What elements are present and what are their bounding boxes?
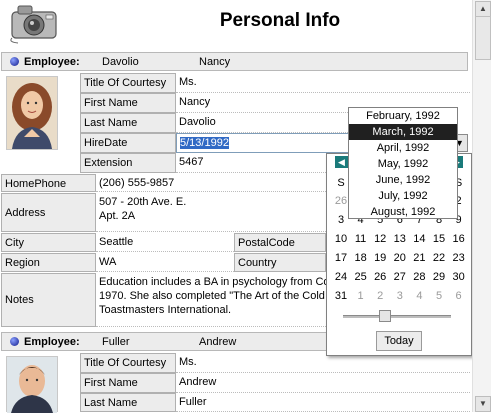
title-of-courtesy-value[interactable]: Ms. [176, 73, 470, 93]
city-label: City [1, 233, 96, 252]
month-option[interactable]: June, 1992 [349, 172, 457, 188]
calendar-slider-thumb[interactable] [379, 310, 391, 322]
calendar-day[interactable]: 21 [409, 249, 429, 267]
first-name-label: First Name [80, 373, 176, 393]
title-of-courtesy-label: Title Of Courtesy [80, 353, 176, 373]
today-button[interactable]: Today [376, 331, 422, 351]
last-name-label: Last Name [80, 393, 176, 412]
calendar-day[interactable]: 20 [390, 249, 410, 267]
calendar-day[interactable]: 30 [449, 268, 469, 286]
calendar-day[interactable]: 26 [370, 268, 390, 286]
calendar-day[interactable]: 16 [449, 230, 469, 248]
calendar-day[interactable]: 19 [370, 249, 390, 267]
employee-last: Andrew [199, 336, 237, 348]
employee-first: Fuller [102, 336, 130, 348]
title-of-courtesy-label: Title Of Courtesy [80, 73, 176, 93]
calendar-day[interactable]: 11 [351, 230, 371, 248]
country-label: Country [234, 253, 326, 272]
home-phone-label: HomePhone [1, 174, 96, 192]
month-option[interactable]: April, 1992 [349, 140, 457, 156]
postal-code-label: PostalCode [234, 233, 326, 252]
notes-line3: Toastmasters International. [99, 304, 232, 316]
calendar-day[interactable]: 6 [449, 287, 469, 305]
region-value[interactable]: WA [96, 253, 234, 272]
month-option[interactable]: August, 1992 [349, 204, 457, 220]
calendar-day[interactable]: 2 [370, 287, 390, 305]
address-label: Address [1, 193, 96, 232]
calendar-day[interactable]: 12 [370, 230, 390, 248]
employee-last: Nancy [199, 56, 231, 68]
extension-label: Extension [80, 153, 176, 173]
first-name-value[interactable]: Andrew [176, 373, 470, 393]
month-option[interactable]: March, 1992 [349, 124, 457, 140]
region-label: Region [1, 253, 96, 272]
month-option[interactable]: May, 1992 [349, 156, 457, 172]
calendar-day[interactable]: 17 [331, 249, 351, 267]
calendar-day[interactable]: 22 [429, 249, 449, 267]
left-arrow-icon[interactable]: ◀ [335, 156, 348, 168]
calendar-day[interactable]: 31 [331, 287, 351, 305]
calendar-day[interactable]: 18 [351, 249, 371, 267]
employee-photo [6, 356, 58, 413]
vertical-scrollbar[interactable]: ▲ ▼ [472, 0, 491, 412]
month-dropdown-list[interactable]: February, 1992 March, 1992 April, 1992 May,… [348, 107, 458, 219]
extension-value[interactable]: 5467 [176, 153, 326, 173]
city-value[interactable]: Seattle [96, 233, 234, 252]
employee-label: Employee: [24, 56, 80, 68]
calendar-day[interactable]: 15 [429, 230, 449, 248]
employee-photo [6, 76, 58, 150]
hire-date-selected-text: 5/13/1992 [180, 137, 229, 149]
calendar-day[interactable]: 4 [409, 287, 429, 305]
employee-first: Davolio [102, 56, 139, 68]
calendar-day[interactable]: 10 [331, 230, 351, 248]
home-phone-value[interactable]: (206) 555-9857 [96, 174, 326, 192]
calendar-day[interactable]: 28 [409, 268, 429, 286]
scroll-up-icon[interactable]: ▲ [475, 1, 491, 17]
first-name-value[interactable]: Nancy [176, 93, 348, 113]
calendar-day[interactable]: 29 [429, 268, 449, 286]
month-option[interactable]: February, 1992 [349, 108, 457, 124]
last-name-label: Last Name [80, 113, 176, 133]
notes-value[interactable]: Education includes a BA in psychology fr… [96, 273, 326, 327]
scroll-down-icon[interactable]: ▼ [475, 396, 491, 412]
calendar-day[interactable]: 5 [429, 287, 449, 305]
employee-bar[interactable]: Employee: Davolio Nancy [1, 52, 468, 71]
calendar-day[interactable]: 14 [409, 230, 429, 248]
last-name-value[interactable]: Davolio [176, 113, 348, 133]
calendar-day[interactable]: 24 [331, 268, 351, 286]
hire-date-label: HireDate [80, 133, 176, 153]
calendar-day[interactable]: 23 [449, 249, 469, 267]
calendar-day[interactable]: 25 [351, 268, 371, 286]
address-line1: 507 - 20th Ave. E. [99, 196, 187, 208]
calendar-day[interactable]: 13 [390, 230, 410, 248]
calendar-day[interactable]: 27 [390, 268, 410, 286]
month-option[interactable]: July, 1992 [349, 188, 457, 204]
address-line2: Apt. 2A [99, 210, 136, 222]
page-title: Personal Info [219, 10, 341, 31]
employee-bullet-icon [10, 57, 19, 66]
calendar-day[interactable]: 1 [351, 287, 371, 305]
calendar-slider-track[interactable] [343, 315, 451, 318]
title-of-courtesy-value[interactable]: Ms. [176, 353, 470, 373]
address-value[interactable]: 507 - 20th Ave. E. Apt. 2A [96, 193, 326, 232]
notes-line2: 1970. She also completed "The Art of the… [99, 290, 325, 302]
last-name-value[interactable]: Fuller [176, 393, 470, 412]
notes-label: Notes [1, 273, 96, 327]
calendar-day[interactable]: 3 [390, 287, 410, 305]
notes-line1: Education includes a BA in psychology fr… [99, 276, 326, 288]
employee-bullet-icon [10, 337, 19, 346]
camera-icon [4, 2, 62, 44]
scroll-thumb[interactable] [475, 16, 491, 60]
employee-label: Employee: [24, 336, 80, 348]
first-name-label: First Name [80, 93, 176, 113]
header: Personal Info [0, 0, 472, 48]
